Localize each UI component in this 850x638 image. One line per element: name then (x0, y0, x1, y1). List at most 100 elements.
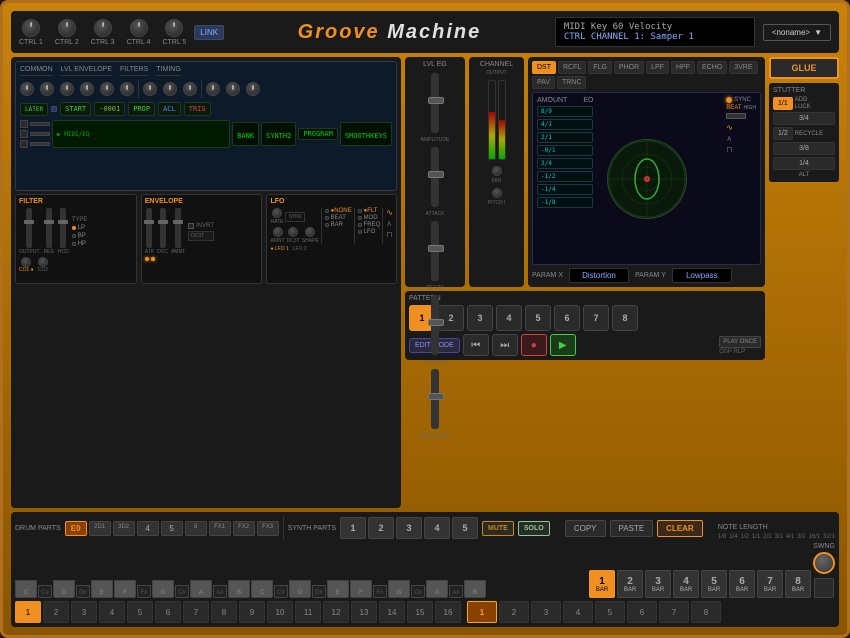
synth-pad-2[interactable]: 2 (368, 517, 394, 539)
fx-tab-hpf[interactable]: HPF (671, 61, 695, 74)
pat-btn-6[interactable]: 6 (554, 305, 580, 331)
drum-pad-4[interactable]: 4 (137, 521, 159, 536)
speed-slider[interactable] (726, 113, 746, 119)
knob-atk[interactable] (80, 82, 94, 96)
time-3-4[interactable]: 3/4 (773, 112, 835, 125)
wave-3[interactable]: ⊓ (386, 230, 393, 239)
key-ds2[interactable]: D# (312, 585, 326, 598)
knob-tpc[interactable] (120, 82, 134, 96)
smoothkeys-btn[interactable]: SMOOTHKEYS (340, 122, 392, 146)
eo-wave-2[interactable]: ∧ (726, 134, 756, 143)
fx-tab-phor[interactable]: PHOR (614, 61, 644, 74)
ctrl-1-knob[interactable] (22, 19, 40, 37)
step-2[interactable]: 2 (43, 601, 69, 623)
step-bar-8[interactable]: 8 (691, 601, 721, 623)
bar-radio[interactable]: BAR (325, 222, 352, 228)
link-button[interactable]: LINK (194, 25, 224, 40)
knob-pan[interactable] (40, 82, 54, 96)
layer-3-btn[interactable] (20, 140, 28, 148)
step-14[interactable]: 14 (379, 601, 405, 623)
key-e[interactable]: E (91, 580, 113, 598)
pat-btn-5[interactable]: 5 (525, 305, 551, 331)
invrt-check[interactable]: INVRT (188, 223, 214, 229)
pat-btn-7[interactable]: 7 (583, 305, 609, 331)
res-slider[interactable] (46, 208, 52, 248)
pat-btn-2[interactable]: 2 (438, 305, 464, 331)
env-dcc-slider[interactable] (160, 208, 166, 248)
layer-2-btn[interactable] (20, 130, 28, 138)
glue-button[interactable]: GLUE (769, 57, 839, 79)
knob-pitch[interactable] (60, 82, 74, 96)
output-slider[interactable] (26, 208, 32, 248)
fx-tab-trnc[interactable]: TRNC (557, 76, 586, 89)
key-fs2[interactable]: F# (373, 585, 387, 598)
key-a2[interactable]: A (426, 580, 448, 598)
ctrl-2-knob[interactable] (58, 19, 76, 37)
knob-1v1[interactable] (20, 82, 34, 96)
bar-5[interactable]: 5 BAR (701, 570, 727, 598)
env-amnt-slider[interactable] (175, 208, 181, 248)
pat-btn-3[interactable]: 3 (467, 305, 493, 331)
step-10[interactable]: 10 (267, 601, 293, 623)
bar-6[interactable]: 6 BAR (729, 570, 755, 598)
wave-2[interactable]: ∧ (386, 219, 393, 228)
step-1[interactable]: 1 (15, 601, 41, 623)
synth-pad-5[interactable]: 5 (452, 517, 478, 539)
step-bar-4[interactable]: 4 (563, 601, 593, 623)
step-bar-7[interactable]: 7 (659, 601, 689, 623)
bp-radio[interactable]: BP (72, 233, 88, 239)
co1-knob[interactable] (21, 257, 31, 267)
bar-8[interactable]: 8 BAR (785, 570, 811, 598)
pat-btn-8[interactable]: 8 (612, 305, 638, 331)
step-7[interactable]: 7 (183, 601, 209, 623)
drum-pad-5[interactable]: 5 (161, 521, 183, 536)
swng-knob[interactable] (813, 552, 835, 574)
pan-knob[interactable] (492, 166, 502, 176)
drum-pad-e0[interactable]: E0 (65, 521, 87, 536)
step-bar-2[interactable]: 2 (499, 601, 529, 623)
freq-slide-slider[interactable] (431, 369, 439, 429)
drum-pad-fx3[interactable]: FX3 (257, 521, 279, 536)
eo-wave-1[interactable]: ∿ (726, 123, 756, 132)
hcd-slider[interactable] (60, 208, 66, 248)
preset-button[interactable]: <noname> ▼ (763, 24, 831, 41)
step-4[interactable]: 4 (99, 601, 125, 623)
record-btn[interactable]: ● (521, 334, 547, 356)
sustain-slider[interactable] (431, 295, 439, 355)
key-g2[interactable]: C# (175, 585, 189, 598)
step-13[interactable]: 13 (351, 601, 377, 623)
key-a[interactable]: A (190, 580, 212, 598)
lfo-dc3t-knob[interactable] (288, 227, 298, 237)
key-as2[interactable]: A# (449, 585, 463, 598)
lfo-shape-knob[interactable] (305, 227, 315, 237)
key-b2[interactable]: B (464, 580, 486, 598)
ctrl-4-knob[interactable] (130, 19, 148, 37)
bar-7[interactable]: 7 BAR (757, 570, 783, 598)
lfo-rate-knob[interactable] (272, 208, 282, 218)
layer-1-btn[interactable] (20, 120, 28, 128)
drum-pad-2d1[interactable]: 2D1 (89, 521, 111, 536)
key-c2[interactable]: C (251, 580, 273, 598)
key-c[interactable]: C (15, 580, 37, 598)
synth-pad-4[interactable]: 4 (424, 517, 450, 539)
clear-button[interactable]: CLEAR (657, 520, 703, 537)
ctrl-3-knob[interactable] (94, 19, 112, 37)
fx-tab-echo[interactable]: ECHO (697, 61, 727, 74)
bank-btn[interactable]: BANK (232, 122, 259, 146)
amplitude-slider[interactable] (431, 73, 439, 133)
env-atk-slider[interactable] (146, 208, 152, 248)
drum-pad-fx1[interactable]: FX1 (209, 521, 231, 536)
time-1-2[interactable]: 1/2 (773, 127, 793, 140)
step-12[interactable]: 12 (323, 601, 349, 623)
swng-extra-btn[interactable] (814, 578, 834, 598)
fx-tab-rcfl[interactable]: RCFL (558, 61, 586, 74)
knob-rps[interactable] (183, 82, 197, 96)
step-bar-3[interactable]: 3 (531, 601, 561, 623)
key-cs[interactable]: C# (38, 585, 52, 598)
param-y-value[interactable]: Lowpass (672, 268, 732, 283)
key-g[interactable]: G (152, 580, 174, 598)
pitch-ch-knob[interactable] (492, 188, 502, 198)
key-e2[interactable]: E (327, 580, 349, 598)
fx-tab-dst[interactable]: DST (532, 61, 556, 74)
key-g3[interactable]: C# (411, 585, 425, 598)
